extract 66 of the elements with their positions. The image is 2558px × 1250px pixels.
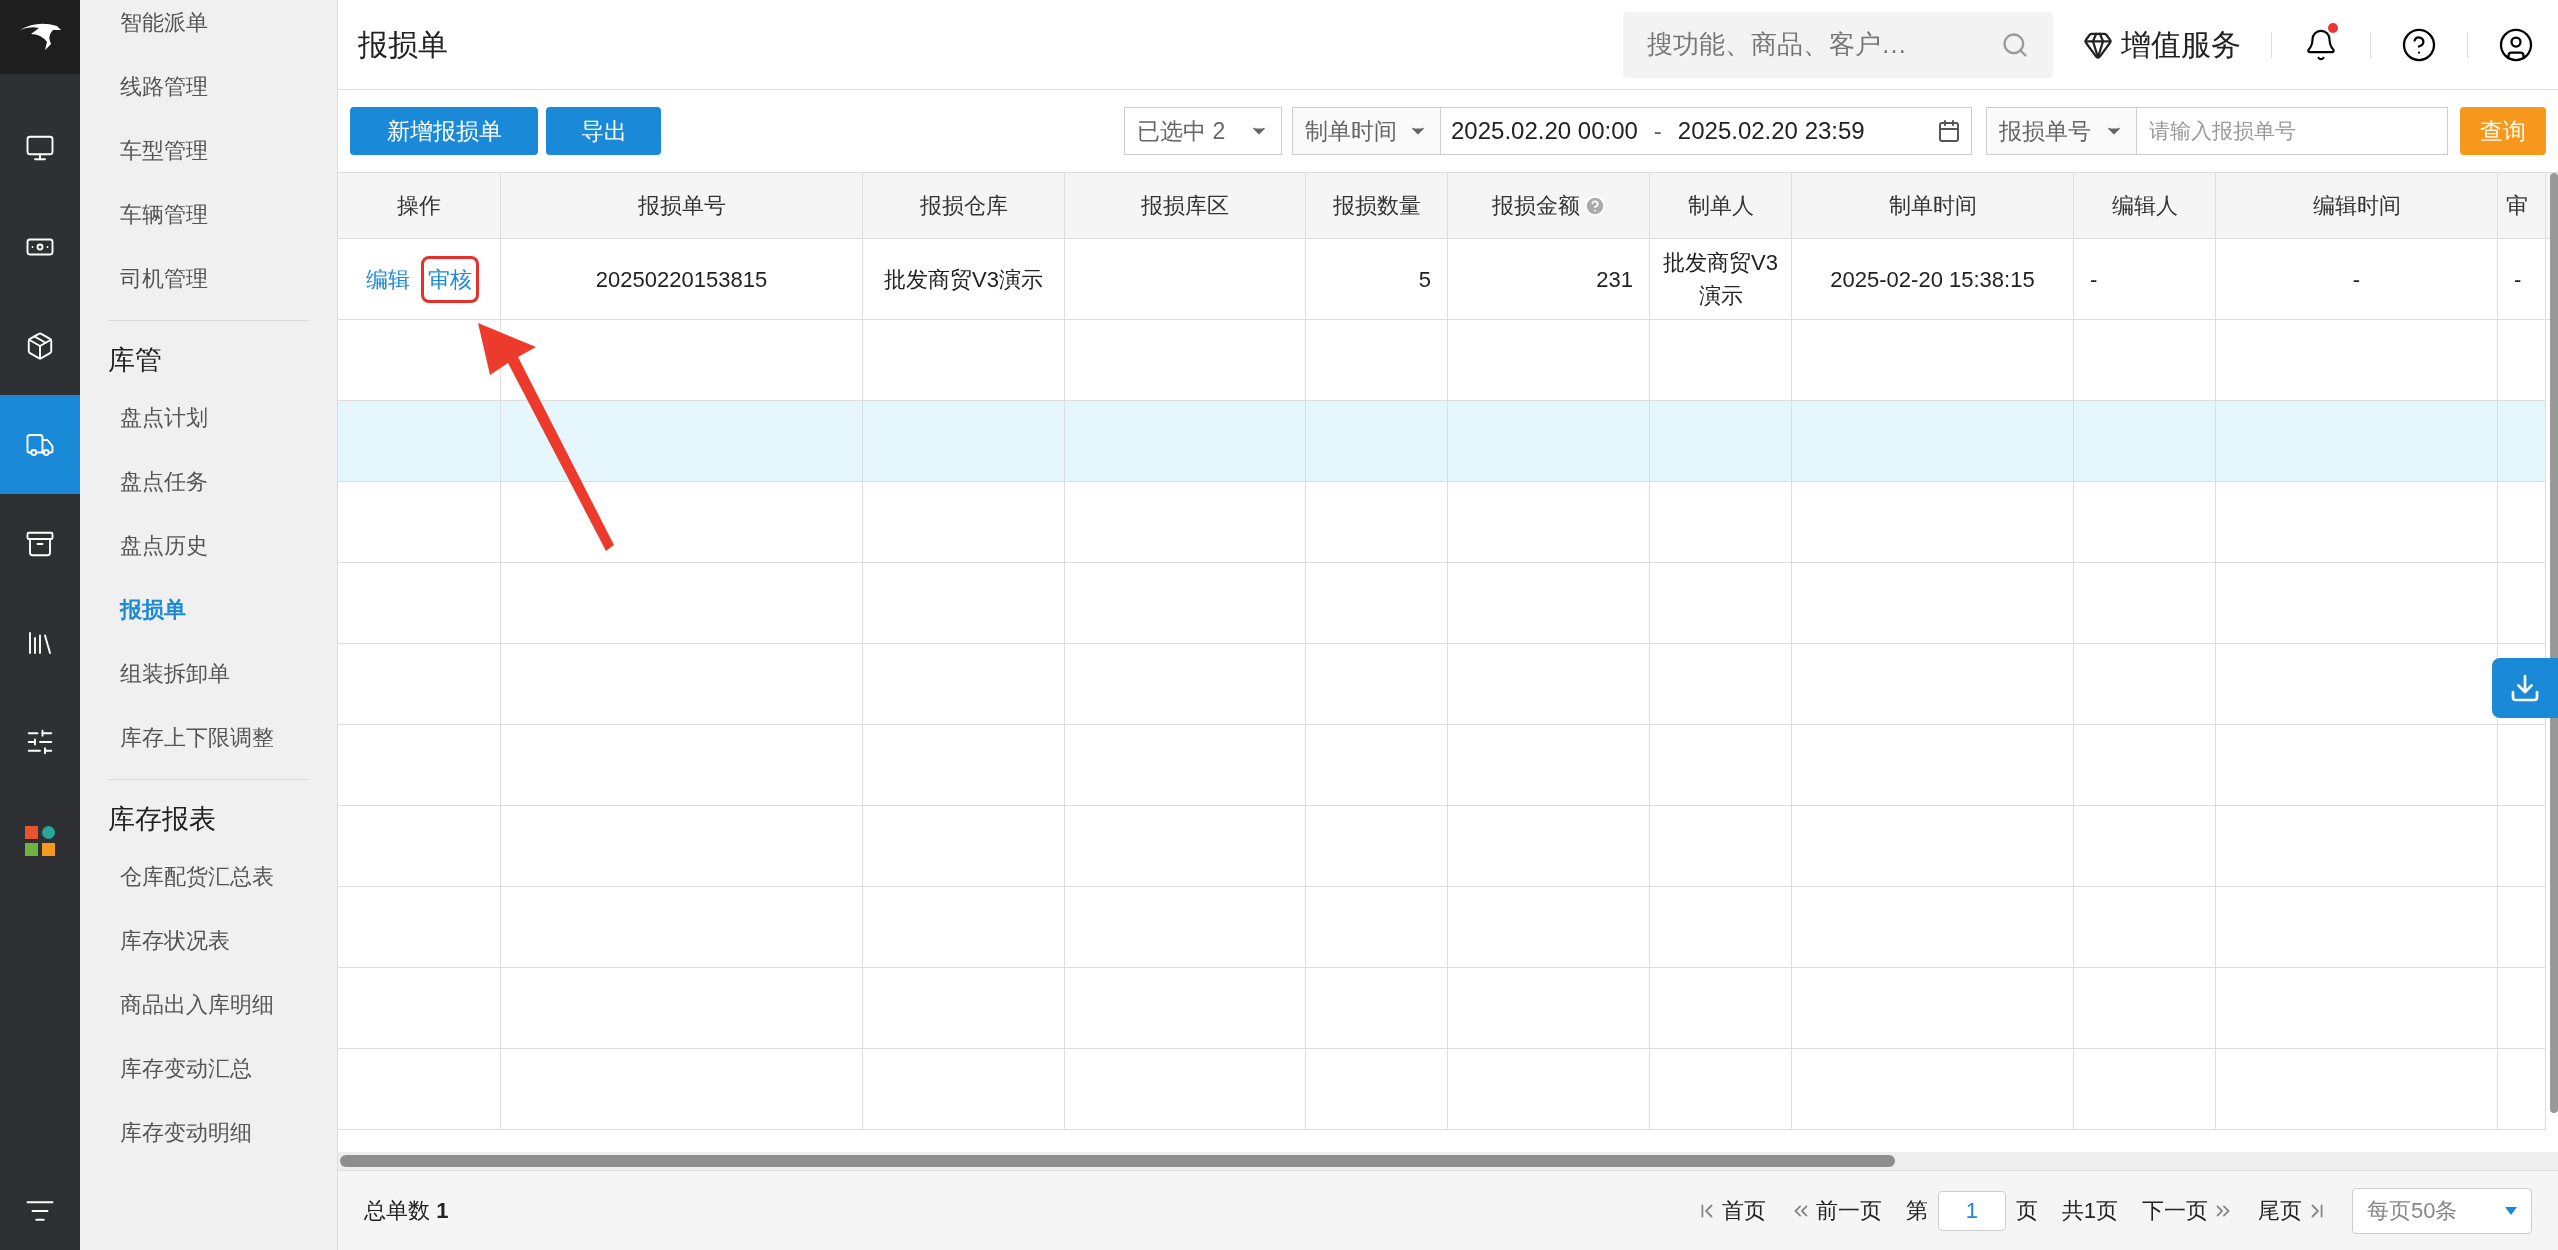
page-number-field[interactable]: 1 xyxy=(1937,1190,2006,1231)
value-service-button[interactable]: 增值服务 xyxy=(2083,22,2241,67)
menu-group-title: 库管 xyxy=(108,343,163,377)
menu-item[interactable]: 线路管理 xyxy=(80,54,337,118)
column-header: 报损库区 xyxy=(1065,173,1306,238)
column-header: 编辑时间 xyxy=(2216,173,2498,238)
download-button[interactable] xyxy=(2492,658,2558,718)
menu-item[interactable]: 库存上下限调整 xyxy=(108,705,309,769)
table-cell: 批发商贸V3演示 xyxy=(1650,239,1792,319)
help-icon[interactable] xyxy=(2401,26,2437,63)
table-cell: - xyxy=(2216,239,2498,319)
column-header: 报损数量 xyxy=(1306,173,1448,238)
selection-dropdown[interactable]: 已选中 2 xyxy=(1124,107,1282,155)
next-page-link[interactable]: 下一页 xyxy=(2142,1194,2234,1227)
page-label: 第 xyxy=(1905,1197,1928,1225)
menu-item[interactable]: 盘点任务 xyxy=(108,449,309,513)
menu-item[interactable]: 组装拆卸单 xyxy=(108,641,309,705)
search-icon xyxy=(2001,30,2029,59)
column-header: 制单人 xyxy=(1650,173,1792,238)
user-icon[interactable] xyxy=(2498,26,2534,63)
toolbar-button[interactable]: 新增报损单 xyxy=(350,107,538,155)
previous-page-link[interactable]: 前一页 xyxy=(1789,1194,1882,1227)
page-title: 报损单 xyxy=(358,27,448,63)
table-cell: - xyxy=(2074,239,2216,319)
menu-item[interactable]: 仓库配货汇总表 xyxy=(108,844,309,908)
column-header: 编辑人 xyxy=(2074,173,2216,238)
apps-icon xyxy=(25,825,55,856)
caret-icon xyxy=(2505,1206,2517,1215)
column-header: 审 xyxy=(2498,173,2546,238)
menu-item[interactable]: 库存变动明细 xyxy=(108,1100,309,1164)
page-total: 共1页 xyxy=(2061,1197,2118,1225)
menu-item[interactable]: 盘点历史 xyxy=(108,513,309,577)
table-cell: 5 xyxy=(1306,239,1448,319)
page-label: 页 xyxy=(2015,1197,2038,1225)
menu-item[interactable]: 商品出入库明细 xyxy=(108,972,309,1036)
action-link[interactable]: 审核 xyxy=(421,255,479,303)
search-field[interactable]: 搜功能、商品、客户… xyxy=(1623,11,2053,78)
menu-item[interactable]: 司机管理 xyxy=(80,246,337,310)
column-header: 报损仓库 xyxy=(863,173,1065,238)
table-cell: 231 xyxy=(1448,239,1650,319)
column-header: 操作 xyxy=(338,173,501,238)
menu-item[interactable]: 车辆管理 xyxy=(80,182,337,246)
table-cell: - xyxy=(2498,239,2546,319)
table-cell: 批发商贸V3演示 xyxy=(863,239,1065,319)
column-header: 报损金额 xyxy=(1448,173,1650,238)
menu-item[interactable]: 库存状况表 xyxy=(108,908,309,972)
toolbar-button[interactable]: 导出 xyxy=(546,107,661,155)
last-page-link[interactable]: 尾页 xyxy=(2258,1194,2328,1227)
table-cell: 2025-02-20 15:38:15 xyxy=(1792,239,2074,319)
download-icon xyxy=(2509,672,2541,704)
column-header: 制单时间 xyxy=(1792,173,2074,238)
total-count: 总单数 1 xyxy=(364,1197,449,1225)
box-icon xyxy=(25,330,55,361)
menu-item[interactable]: 智能派单 xyxy=(80,0,337,54)
column-header: 报损单号 xyxy=(501,173,863,238)
vertical-scrollbar[interactable] xyxy=(2550,173,2558,1113)
first-page-link[interactable]: 首页 xyxy=(1695,1194,1766,1227)
menu-item[interactable]: 库存变动汇总 xyxy=(108,1036,309,1100)
menu-group-title: 库存报表 xyxy=(108,802,217,836)
bell-icon xyxy=(2304,27,2338,62)
page-size-dropdown[interactable]: 每页50条 xyxy=(2352,1187,2532,1234)
action-link[interactable]: 编辑 xyxy=(359,255,417,303)
table-cell: 20250220153815 xyxy=(501,239,863,319)
menu-item[interactable]: 车型管理 xyxy=(80,118,337,182)
menu-item[interactable]: 盘点计划 xyxy=(108,385,309,449)
horizontal-scrollbar[interactable] xyxy=(340,1155,1895,1167)
